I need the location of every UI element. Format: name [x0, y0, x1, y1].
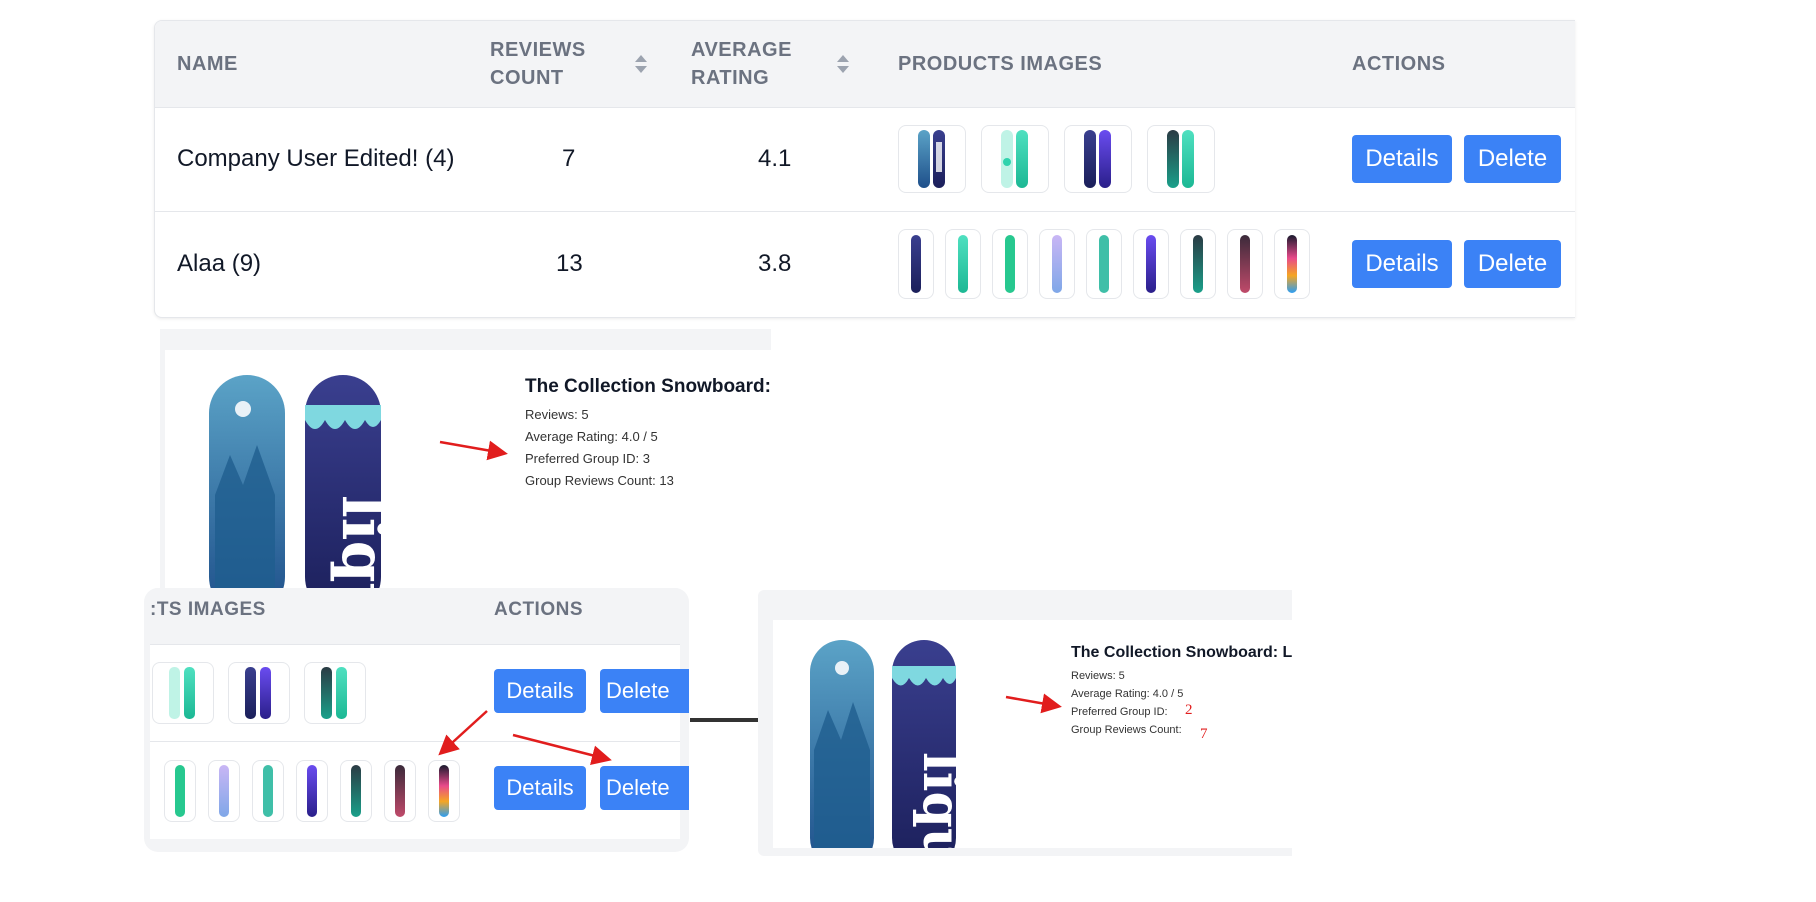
- arrow-icon: [512, 733, 612, 765]
- arrow-icon: [438, 710, 488, 756]
- arrow-icon: [1005, 693, 1062, 714]
- arrow-icon: [439, 440, 508, 461]
- annotation-arrows: [438, 440, 1062, 765]
